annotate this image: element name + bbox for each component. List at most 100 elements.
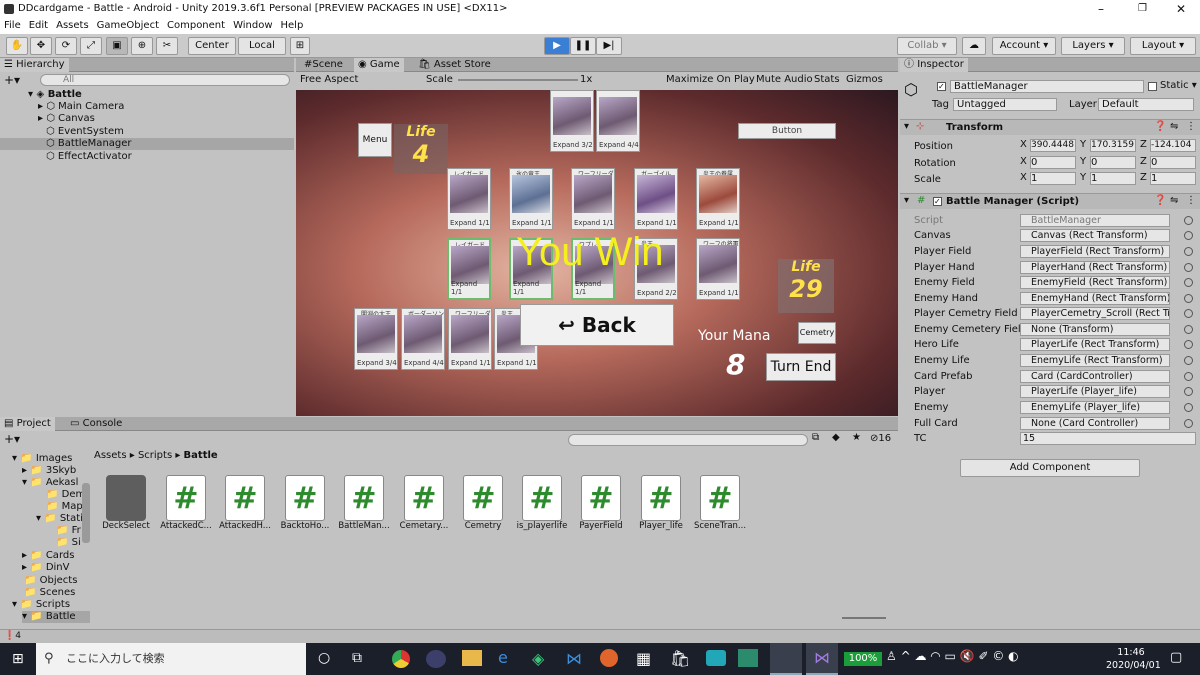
custom-tool-icon[interactable]: ✂ [156, 37, 178, 55]
asset-script[interactable]: # AttackedC... [157, 475, 215, 531]
tab-inspector[interactable]: ⓘ Inspector [900, 58, 968, 72]
folder-aekasl[interactable]: ▾ 📁 Aekasl [22, 477, 78, 489]
project-create-icon[interactable]: +▾ [4, 432, 20, 446]
rotation-y-field[interactable]: 0 [1090, 156, 1136, 169]
folder-scenes[interactable]: 📁 Scenes [24, 587, 75, 599]
menu-file[interactable]: File [4, 20, 21, 31]
app-icon[interactable] [738, 649, 758, 667]
folder-images[interactable]: ▾ 📁 Images [12, 453, 72, 465]
snap-icon[interactable]: ⊞ [290, 37, 310, 55]
player-hand-card[interactable]: ワーフリーダExpand 1/1 [448, 308, 492, 370]
asset-script[interactable]: # Cemetry [454, 475, 512, 531]
folder-dinv[interactable]: ▸ 📁 DinV [22, 562, 70, 574]
object-picker-icon[interactable] [1184, 387, 1193, 396]
menu-help[interactable]: Help [281, 20, 304, 31]
help-icon[interactable]: ❓ [1154, 121, 1166, 132]
explorer-icon[interactable] [462, 650, 482, 666]
maximize-on-play-toggle[interactable]: Maximize On Play [666, 74, 755, 85]
object-picker-icon[interactable] [1184, 278, 1193, 287]
object-picker-icon[interactable] [1184, 294, 1193, 303]
enemy-field-card[interactable]: 氷の竜王Expand 1/1 [509, 168, 553, 230]
mute-audio-toggle[interactable]: Mute Audio [756, 74, 813, 85]
menu-gameobject[interactable]: GameObject [97, 20, 159, 31]
add-component-button[interactable]: Add Component [960, 459, 1140, 477]
calculator-icon[interactable]: ▦ [636, 649, 651, 668]
enemy-hand-card[interactable]: Expand 4/4 [596, 90, 640, 152]
create-icon[interactable]: +▾ [4, 73, 20, 87]
app-icon[interactable] [426, 650, 446, 668]
foldout-icon[interactable]: ▾ [904, 195, 909, 206]
field-value[interactable]: Card (CardController) [1020, 370, 1170, 383]
enemy-field-card[interactable]: ガーゴイルExpand 1/1 [634, 168, 678, 230]
icon-size-slider[interactable] [842, 617, 886, 619]
settings-icon[interactable]: ⋮ [1186, 121, 1196, 132]
breadcrumb-scripts[interactable]: Scripts [138, 450, 172, 461]
asset-script[interactable]: # PayerField [572, 475, 630, 531]
scale-slider[interactable] [458, 79, 578, 81]
asset-script[interactable]: # AttackedH... [216, 475, 274, 531]
player-field-card[interactable]: レイガードExpand 1/1 [447, 238, 491, 300]
button[interactable]: Button [738, 123, 836, 139]
field-value[interactable]: EnemyLife (Rect Transform) [1020, 354, 1170, 367]
field-value[interactable]: PlayerHand (Rect Transform) [1020, 261, 1170, 274]
edge-icon[interactable]: e [498, 648, 508, 667]
back-button[interactable]: ↩ Back [520, 304, 674, 346]
close-icon[interactable]: ✕ [1176, 0, 1186, 18]
active-checkbox[interactable]: ✓ [937, 82, 946, 91]
enemy-field-card[interactable]: 炎王の眷属Expand 1/1 [696, 168, 740, 230]
tc-input[interactable]: 15 [1020, 432, 1196, 445]
tab-project[interactable]: ▤ Project [0, 417, 55, 431]
filter-label-icon[interactable]: ◆ [832, 432, 840, 443]
position-z-field[interactable]: -124.104 [1150, 139, 1196, 152]
hierarchy-search-input[interactable]: All [40, 74, 290, 86]
asset-script[interactable]: # is_playerlife [513, 475, 571, 531]
collab-button[interactable]: Collab ▾ [897, 37, 957, 55]
tab-hierarchy[interactable]: ☰ Hierarchy [0, 58, 69, 72]
preset-icon[interactable]: ⇋ [1170, 121, 1178, 132]
object-name-input[interactable]: BattleManager [950, 80, 1144, 93]
player-hand-card[interactable]: 闇淵の大王Expand 3/4 [354, 308, 398, 370]
stats-toggle[interactable]: Stats [814, 74, 840, 85]
folder-3skyb[interactable]: ▸ 📁 3Skyb [22, 465, 76, 477]
scale-y-field[interactable]: 1 [1090, 172, 1136, 185]
asset-script[interactable]: # SceneTran... [691, 475, 749, 531]
component-enabled-checkbox[interactable]: ✓ [933, 197, 942, 206]
notification-icon[interactable]: ▢ [1170, 650, 1182, 665]
menu-window[interactable]: Window [233, 20, 272, 31]
scene-battle[interactable]: ▾ ◈ Battle [28, 89, 82, 101]
scale-x-field[interactable]: 1 [1030, 172, 1076, 185]
field-value[interactable]: Canvas (Rect Transform) [1020, 229, 1170, 242]
object-picker-icon[interactable] [1184, 309, 1193, 318]
position-y-field[interactable]: 170.3159 [1090, 139, 1136, 152]
field-value[interactable]: PlayerField (Rect Transform) [1020, 245, 1170, 258]
folder-si[interactable]: 📁 Si [56, 537, 81, 549]
cemetery-button[interactable]: Cemetry [798, 322, 836, 344]
transform-tool-icon[interactable]: ⊕ [131, 37, 153, 55]
object-picker-icon[interactable] [1184, 372, 1193, 381]
chrome-icon[interactable] [392, 650, 410, 668]
android-studio-icon[interactable]: ◈ [532, 649, 544, 668]
store-icon[interactable]: 🛍 [670, 649, 690, 668]
enemy-field-card[interactable]: レイガードExpand 1/1 [447, 168, 491, 230]
windows-start-icon[interactable]: ⊞ [12, 651, 24, 667]
asset-script[interactable]: # Cemetary... [395, 475, 453, 531]
vscode-icon[interactable]: ⋈ [566, 649, 582, 668]
field-value[interactable]: EnemyHand (Rect Transform) [1020, 292, 1170, 305]
position-x-field[interactable]: 390.4448 [1030, 139, 1076, 152]
menu-button[interactable]: Menu [358, 123, 392, 157]
arduino-icon[interactable] [706, 650, 726, 666]
tray-icons[interactable]: ♙ ^ ☁ ◠ ▭ 🔇 ✐ © ◐ [886, 649, 1019, 663]
hierarchy-item-main-camera[interactable]: ▸ ⬡ Main Camera [38, 101, 124, 113]
filter-type-icon[interactable]: ⧉ [812, 432, 819, 443]
step-button[interactable]: ▶| [596, 37, 622, 55]
task-view-icon[interactable]: ○ [318, 650, 330, 666]
asset-script[interactable]: # Player_life [632, 475, 690, 531]
cloud-icon[interactable]: ☁ [962, 37, 986, 55]
enemy-hand-card[interactable]: Expand 3/2 [550, 90, 594, 152]
object-picker-icon[interactable] [1184, 247, 1193, 256]
foldout-icon[interactable]: ▾ [904, 121, 909, 132]
tab-console[interactable]: ▭ Console [66, 417, 126, 431]
field-value[interactable]: PlayerLife (Player_life) [1020, 385, 1170, 398]
tab-game[interactable]: ◉ Game [354, 58, 404, 72]
field-value[interactable]: PlayerCemetry_Scroll (Rect Trans [1020, 307, 1170, 320]
